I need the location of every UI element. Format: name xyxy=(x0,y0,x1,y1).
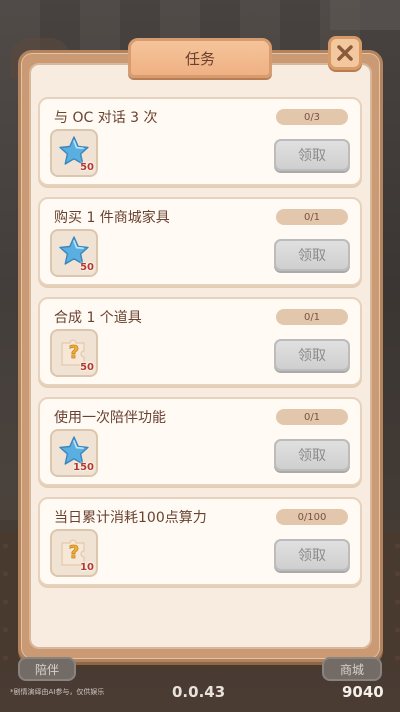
reward-slot[interactable]: 50 xyxy=(50,129,98,177)
task-progress: 0/1 xyxy=(276,209,348,225)
reward-slot[interactable]: 50 xyxy=(50,229,98,277)
reward-quantity: 50 xyxy=(80,262,94,273)
task-card: 购买 1 件商城家具 50 0/1 领取 xyxy=(38,197,362,286)
reward-quantity: 50 xyxy=(80,162,94,173)
shop-label: 商城 xyxy=(339,662,364,677)
companion-button[interactable]: 陪伴 xyxy=(18,657,76,681)
reward-quantity: 50 xyxy=(80,362,94,373)
task-title: 与 OC 对话 3 次 xyxy=(54,110,158,126)
task-progress: 0/1 xyxy=(276,409,348,425)
task-progress: 0/3 xyxy=(276,109,348,125)
reward-quantity: 150 xyxy=(73,462,94,473)
claim-button[interactable]: 领取 xyxy=(274,439,350,471)
shop-button[interactable]: 商城 xyxy=(322,657,382,681)
task-progress: 0/100 xyxy=(276,509,348,525)
task-title: 使用一次陪伴功能 xyxy=(54,410,166,426)
svg-text:?: ? xyxy=(69,542,79,563)
claim-button[interactable]: 领取 xyxy=(274,139,350,171)
reward-slot[interactable]: ? 10 xyxy=(50,529,98,577)
task-card: 合成 1 个道具 ? 50 0/1 领取 xyxy=(38,297,362,386)
svg-text:?: ? xyxy=(69,342,79,363)
dialog-title: 任务 xyxy=(184,49,215,68)
task-progress: 0/1 xyxy=(276,309,348,325)
dialog-title-tab: 任务 xyxy=(128,38,272,78)
task-card: 与 OC 对话 3 次 50 0/3 领取 xyxy=(38,97,362,186)
companion-label: 陪伴 xyxy=(34,662,59,677)
task-card: 使用一次陪伴功能 150 0/1 领取 xyxy=(38,397,362,486)
background-furniture xyxy=(330,0,400,30)
claim-button[interactable]: 领取 xyxy=(274,539,350,571)
task-title: 购买 1 件商城家具 xyxy=(54,210,170,226)
reward-slot[interactable]: ? 50 xyxy=(50,329,98,377)
close-icon xyxy=(337,45,353,61)
close-button[interactable] xyxy=(328,36,362,70)
task-title: 当日累计消耗100点算力 xyxy=(54,510,207,526)
reward-slot[interactable]: 150 xyxy=(50,429,98,477)
task-card: 当日累计消耗100点算力 ? 10 0/100 领取 xyxy=(38,497,362,586)
version-label: 0.0.43 xyxy=(172,683,226,701)
claim-button[interactable]: 领取 xyxy=(274,339,350,371)
reward-quantity: 10 xyxy=(80,562,94,573)
task-title: 合成 1 个道具 xyxy=(54,310,142,326)
claim-button[interactable]: 领取 xyxy=(274,239,350,271)
coin-count: 9040 xyxy=(342,683,384,701)
ai-disclaimer: *剧情演绎由AI参与，仅供娱乐 xyxy=(10,688,105,696)
